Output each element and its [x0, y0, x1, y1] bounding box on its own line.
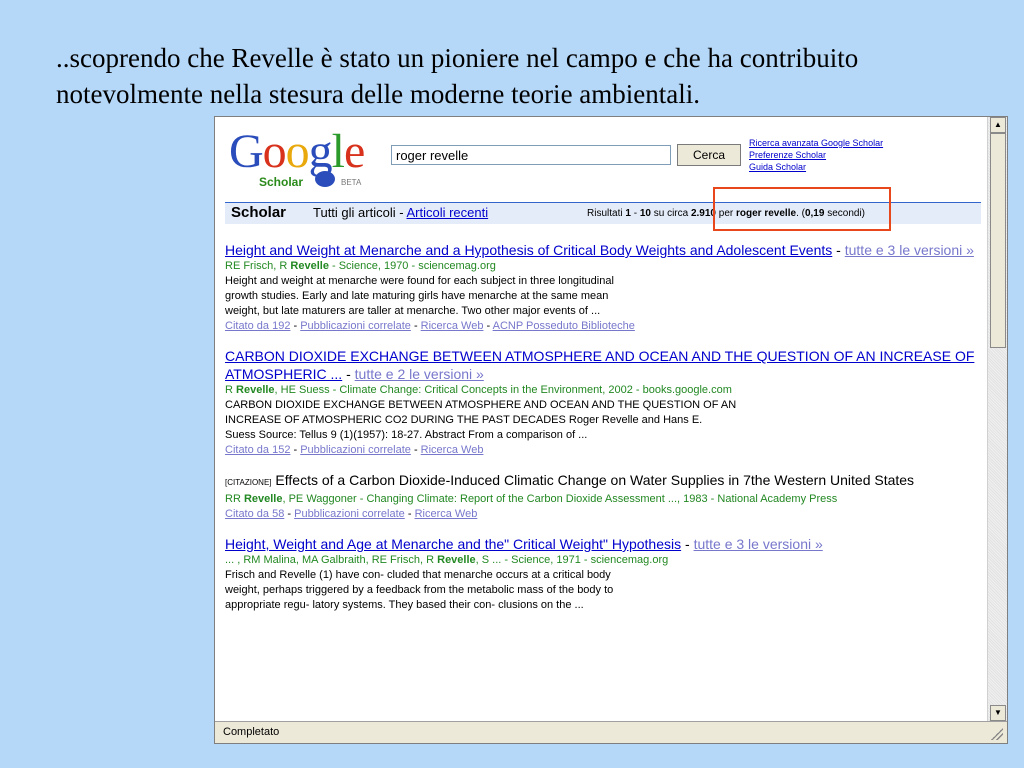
help-link[interactable]: Guida Scholar: [749, 161, 883, 173]
bar-title: Scholar: [231, 204, 287, 221]
related-link[interactable]: Pubblicazioni correlate: [294, 508, 405, 520]
cited-by-link[interactable]: Citato da 58: [225, 508, 284, 520]
result-item: CARBON DIOXIDE EXCHANGE BETWEEN ATMOSPHE…: [225, 347, 977, 458]
header-links: Ricerca avanzata Google Scholar Preferen…: [749, 137, 883, 173]
cited-by-link[interactable]: Citato da 152: [225, 444, 290, 456]
result-versions-link[interactable]: tutte e 3 le versioni »: [694, 536, 823, 552]
status-text: Completato: [223, 726, 280, 738]
snippet-line: appropriate regu- latory systems. They b…: [225, 599, 584, 611]
stats-time-open: . (: [796, 208, 805, 219]
library-link[interactable]: ACNP Posseduto Biblioteche: [493, 320, 635, 332]
results-list: Height and Weight at Menarche and a Hypo…: [225, 241, 977, 626]
stats-from: 1: [625, 208, 631, 219]
browser-window: Google Scholar BETA Cerca Ricerca avanza…: [214, 116, 1008, 744]
result-title-line: [CITAZIONE] Effects of a Carbon Dioxide-…: [225, 471, 977, 492]
meta-source: - Science, 1970 - sciencemag.org: [328, 260, 496, 272]
results-stats: Risultati 1 - 10 su circa 2.910 per roge…: [587, 208, 865, 219]
slide-caption: ..scoprendo che Revelle è stato un pioni…: [56, 43, 859, 109]
result-snippet: Height and weight at menarche were found…: [225, 274, 977, 319]
tab-recent-articles[interactable]: Articoli recenti: [406, 205, 488, 220]
stats-for: per: [718, 208, 734, 219]
web-search-link[interactable]: Ricerca Web: [421, 444, 484, 456]
related-link[interactable]: Pubblicazioni correlate: [300, 320, 411, 332]
result-title-text: Effects of a Carbon Dioxide-Induced Clim…: [275, 472, 915, 488]
google-scholar-logo[interactable]: Google Scholar BETA: [229, 125, 379, 190]
stats-query: roger revelle: [736, 208, 797, 219]
result-snippet: CARBON DIOXIDE EXCHANGE BETWEEN ATMOSPHE…: [225, 398, 977, 443]
stats-dash: -: [633, 208, 638, 219]
meta-highlight-author: Revelle: [437, 554, 476, 566]
result-meta: RE Frisch, R Revelle - Science, 1970 - s…: [225, 259, 977, 274]
logo-wordmark: Google: [229, 125, 365, 178]
scroll-up-icon[interactable]: ▲: [990, 117, 1006, 133]
snippet-line: Height and weight at menarche were found…: [225, 275, 614, 287]
meta-source: , HE Suess - Climate Change: Critical Co…: [274, 384, 732, 396]
stats-total: 2.910: [690, 208, 716, 219]
search-input[interactable]: [391, 145, 671, 165]
snippet-line: weight, but late maturers are taller at …: [225, 305, 601, 317]
result-versions-link[interactable]: tutte e 2 le versioni »: [355, 366, 484, 382]
tab-separator: -: [399, 205, 404, 220]
meta-authors: RE Frisch, R: [225, 260, 288, 272]
stats-prefix: Risultati: [587, 208, 623, 219]
related-link[interactable]: Pubblicazioni correlate: [300, 444, 411, 456]
page-viewport: Google Scholar BETA Cerca Ricerca avanza…: [215, 117, 987, 721]
result-title-link[interactable]: CARBON DIOXIDE EXCHANGE BETWEEN ATMOSPHE…: [225, 348, 974, 382]
meta-highlight-author: Revelle: [290, 260, 329, 272]
snippet-line: weight, perhaps triggered by a feedback …: [225, 584, 614, 596]
citation-tag: [CITAZIONE]: [225, 478, 272, 487]
result-meta: RR Revelle, PE Waggoner - Changing Clima…: [225, 492, 977, 507]
result-title-line: CARBON DIOXIDE EXCHANGE BETWEEN ATMOSPHE…: [225, 348, 975, 382]
scroll-down-icon[interactable]: ▼: [990, 705, 1006, 721]
meta-authors: R: [225, 384, 233, 396]
result-item: [CITAZIONE] Effects of a Carbon Dioxide-…: [225, 471, 977, 522]
logo-subtitle: Scholar: [259, 175, 304, 189]
web-search-link[interactable]: Ricerca Web: [415, 508, 478, 520]
snippet-line: Suess Source: Tellus 9 (1)(1957): 18-27.…: [225, 429, 588, 441]
search-button[interactable]: Cerca: [677, 144, 741, 166]
logo-swoosh-icon: [315, 171, 335, 187]
result-links: Citato da 58 - Pubblicazioni correlate -…: [225, 508, 478, 520]
advanced-search-link[interactable]: Ricerca avanzata Google Scholar: [749, 137, 883, 149]
preferences-link[interactable]: Preferenze Scholar: [749, 149, 883, 161]
result-versions-link[interactable]: tutte e 3 le versioni »: [845, 242, 974, 258]
result-title-line: Height, Weight and Age at Menarche and t…: [225, 536, 823, 552]
meta-source: , PE Waggoner - Changing Climate: Report…: [282, 493, 838, 505]
result-snippet: Frisch and Revelle (1) have con- cluded …: [225, 568, 977, 613]
meta-authors: RR: [225, 493, 241, 505]
snippet-line: CARBON DIOXIDE EXCHANGE BETWEEN ATMOSPHE…: [225, 399, 737, 411]
web-search-link[interactable]: Ricerca Web: [421, 320, 484, 332]
scroll-thumb[interactable]: [990, 133, 1006, 348]
result-links: Citato da 192 - Pubblicazioni correlate …: [225, 320, 635, 332]
result-title-link[interactable]: Height and Weight at Menarche and a Hypo…: [225, 242, 832, 258]
stats-of: su circa: [653, 208, 689, 219]
snippet-line: growth studies. Early and late maturing …: [225, 290, 609, 302]
result-item: Height, Weight and Age at Menarche and t…: [225, 535, 977, 613]
stats-time-close: secondi): [827, 208, 866, 219]
result-meta: ... , RM Malina, MA Galbraith, RE Frisch…: [225, 553, 977, 568]
results-bar: Scholar Tutti gli articoli - Articoli re…: [225, 202, 981, 224]
meta-highlight-author: Revelle: [243, 493, 283, 505]
result-title-link[interactable]: Height, Weight and Age at Menarche and t…: [225, 536, 681, 552]
meta-authors: ... , RM Malina, MA Galbraith, RE Frisch…: [225, 554, 435, 566]
result-meta: R Revelle, HE Suess - Climate Change: Cr…: [225, 383, 977, 398]
cited-by-link[interactable]: Citato da 192: [225, 320, 290, 332]
meta-highlight-author: Revelle: [236, 384, 275, 396]
vertical-scrollbar[interactable]: ▲ ▼: [987, 117, 1007, 721]
status-bar: Completato: [215, 721, 1007, 743]
bar-tabs: Tutti gli articoli - Articoli recenti: [313, 205, 488, 220]
logo-beta-badge: BETA: [341, 178, 362, 187]
resize-grip-icon[interactable]: [991, 728, 1003, 740]
snippet-line: INCREASE OF ATMOSPHERIC CO2 DURING THE P…: [225, 414, 703, 426]
snippet-line: Frisch and Revelle (1) have con- cluded …: [225, 569, 611, 581]
result-item: Height and Weight at Menarche and a Hypo…: [225, 241, 977, 334]
stats-time: 0,19: [804, 208, 825, 219]
result-links: Citato da 152 - Pubblicazioni correlate …: [225, 444, 484, 456]
result-title-line: Height and Weight at Menarche and a Hypo…: [225, 242, 974, 258]
meta-source: , S ... - Science, 1971 - sciencemag.org: [475, 554, 669, 566]
tab-all-articles: Tutti gli articoli: [313, 205, 396, 220]
stats-to: 10: [639, 208, 651, 219]
